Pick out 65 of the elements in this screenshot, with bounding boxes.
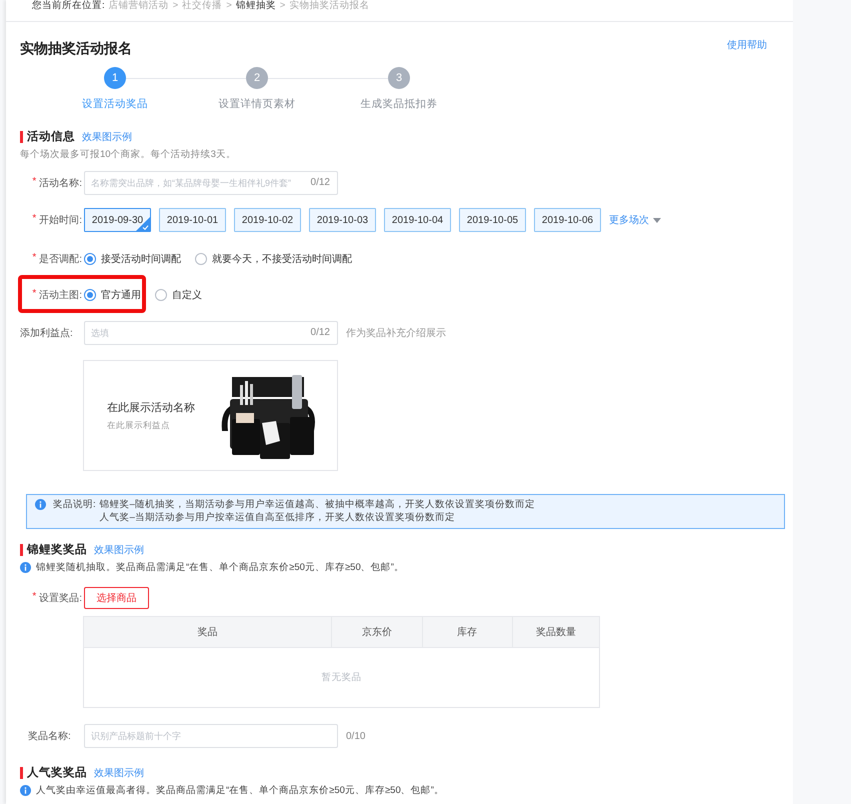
field-hint: 作为奖品补充介绍展示 bbox=[346, 326, 446, 340]
radio-option[interactable]: 自定义 bbox=[155, 288, 202, 302]
step-label: 设置活动奖品 bbox=[82, 97, 148, 111]
column-header: 库存 bbox=[422, 616, 512, 648]
section-note: 每个场次最多可报10个商家。每个活动持续3天。 bbox=[20, 148, 236, 161]
banner-label: 奖品说明: bbox=[53, 499, 96, 511]
radio-button[interactable] bbox=[84, 289, 96, 301]
empty-message: 暂无奖品 bbox=[322, 672, 362, 683]
field-label: 设置奖品: bbox=[39, 592, 82, 605]
preview-title: 在此展示活动名称 bbox=[107, 400, 196, 414]
radio-option[interactable]: 就要今天，不接受活动时间调配 bbox=[195, 252, 352, 266]
breadcrumb-link[interactable]: 锦鲤抽奖 bbox=[236, 1, 276, 11]
breadcrumb-separator: > bbox=[226, 1, 232, 11]
preview-subtitle: 在此展示利益点 bbox=[107, 420, 171, 432]
radio-option[interactable]: 接受活动时间调配 bbox=[84, 252, 181, 266]
date-option[interactable]: 2019-10-01 bbox=[159, 208, 226, 232]
breadcrumb-separator: > bbox=[280, 1, 286, 11]
info-icon bbox=[20, 785, 31, 796]
radio-button[interactable] bbox=[84, 253, 96, 265]
caret-icon bbox=[653, 218, 661, 222]
required-mark: * bbox=[32, 213, 36, 226]
info-icon bbox=[20, 562, 31, 573]
step-number: 1 bbox=[104, 67, 126, 89]
page-title: 实物抽奖活动报名 bbox=[20, 40, 132, 58]
char-counter: 0/12 bbox=[310, 327, 330, 338]
date-option[interactable]: 2019-10-04 bbox=[384, 208, 451, 232]
step-label: 设置详情页素材 bbox=[218, 97, 296, 111]
char-counter: 0/10 bbox=[346, 730, 366, 742]
radio-option[interactable]: 官方通用 bbox=[84, 288, 141, 302]
column-header: 京东价 bbox=[332, 616, 422, 648]
step-number: 3 bbox=[388, 67, 410, 89]
info-icon bbox=[35, 499, 46, 510]
step-number: 2 bbox=[246, 67, 268, 89]
required-mark: * bbox=[32, 288, 36, 301]
radio-button[interactable] bbox=[195, 253, 207, 265]
column-header: 奖品数量 bbox=[512, 616, 600, 648]
date-option[interactable]: 2019-09-30 bbox=[84, 208, 151, 232]
select-product-button[interactable]: 选择商品 bbox=[84, 587, 149, 609]
banner-text: 人气奖–当期活动参与用户按幸运值自高至低排序，开奖人数依设置奖项份数而定 bbox=[100, 512, 456, 524]
date-option[interactable]: 2019-10-06 bbox=[534, 208, 601, 232]
field-label: 添加利益点: bbox=[20, 326, 73, 340]
breadcrumb-label: 您当前所在位置: bbox=[32, 1, 105, 11]
date-option[interactable]: 2019-10-05 bbox=[459, 208, 526, 232]
radio-button[interactable] bbox=[155, 289, 167, 301]
required-mark: * bbox=[32, 252, 36, 265]
field-label: 活动名称: bbox=[39, 177, 82, 190]
field-label: 开始时间: bbox=[39, 214, 82, 227]
field-label: 活动主图: bbox=[39, 288, 82, 302]
section-title: 锦鲤奖奖品 bbox=[20, 544, 87, 556]
column-header: 奖品 bbox=[84, 616, 332, 648]
step-label: 生成奖品抵扣券 bbox=[360, 97, 438, 111]
required-mark: * bbox=[32, 176, 36, 189]
required-mark: * bbox=[32, 591, 36, 604]
section-title: 活动信息 bbox=[20, 131, 75, 143]
section-note: 锦鲤奖随机抽取。奖品商品需满足“在售、单个商品京东价≥50元、库存≥50、包邮”。 bbox=[36, 561, 404, 574]
text-field[interactable]: 识别产品标题前十个字 bbox=[84, 724, 338, 748]
field-label: 是否调配: bbox=[39, 253, 82, 266]
banner-text: 锦鲤奖–随机抽奖，当期活动参与用户幸运值越高、被抽中概率越高，开奖人数依设置奖项份数而定 bbox=[100, 499, 535, 511]
date-option[interactable]: 2019-10-03 bbox=[309, 208, 376, 232]
date-option[interactable]: 2019-10-02 bbox=[234, 208, 301, 232]
breadcrumb-separator: > bbox=[172, 1, 178, 11]
section-note: 人气奖由幸运值最高者得。奖品商品需满足“在售、单个商品京东价≥50元、库存≥50、包邮”。 bbox=[36, 784, 444, 797]
section-title: 人气奖奖品 bbox=[20, 767, 87, 779]
char-counter: 0/12 bbox=[310, 177, 330, 188]
field-label: 奖品名称: bbox=[28, 730, 71, 743]
